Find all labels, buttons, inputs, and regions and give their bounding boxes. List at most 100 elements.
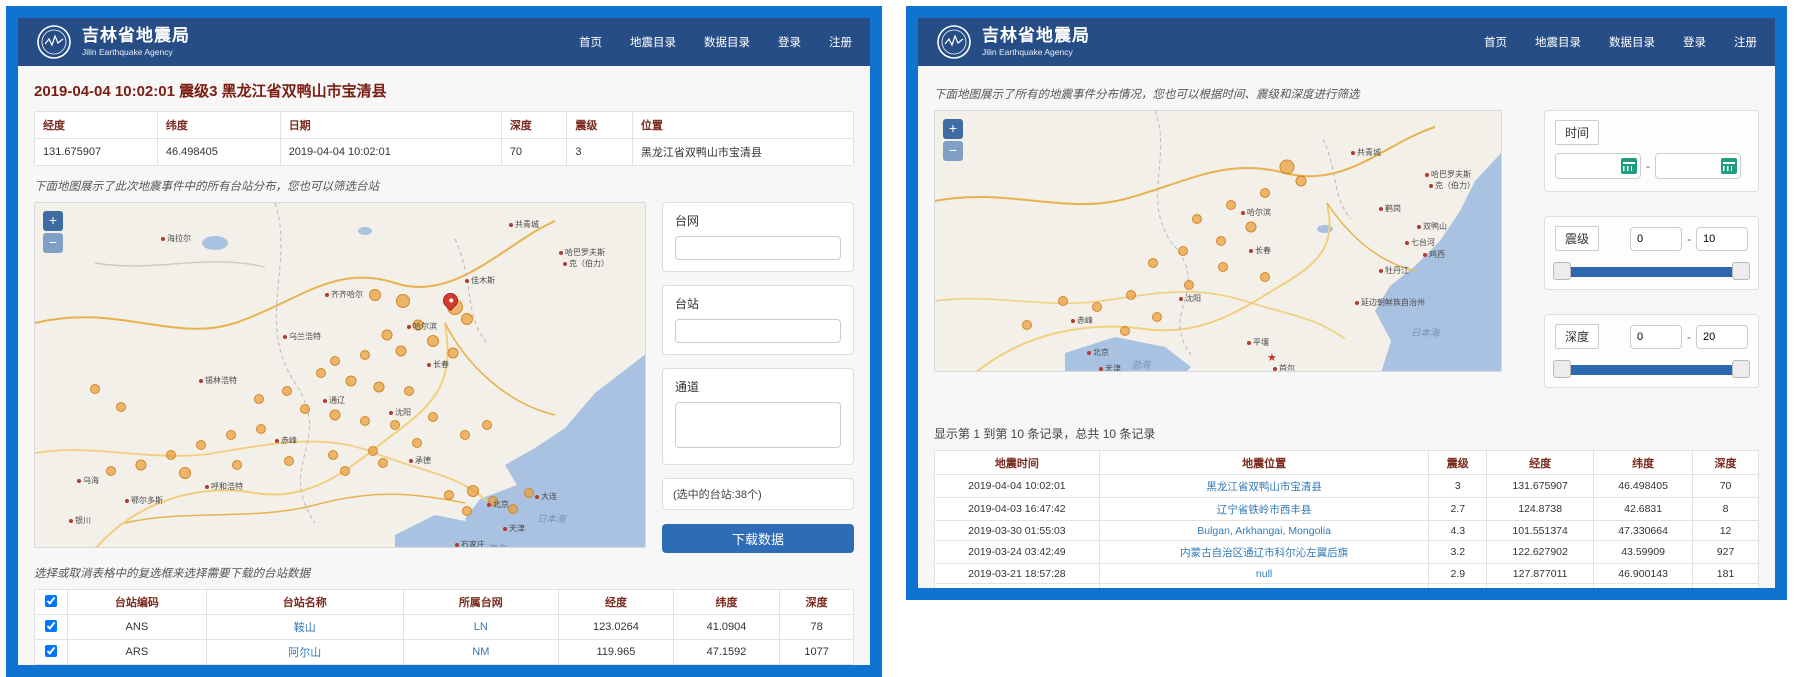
event-marker[interactable] [1226, 200, 1236, 210]
table-link[interactable]: NM [403, 640, 559, 665]
row-checkbox[interactable] [45, 645, 57, 657]
table-link[interactable]: 阿尔山 [206, 640, 403, 665]
nav-item[interactable]: 注册 [829, 34, 852, 50]
network-input[interactable] [675, 236, 841, 260]
table-link[interactable]: 内蒙古自治区通辽市科尔沁左翼后旗 [1099, 541, 1429, 564]
event-marker[interactable] [316, 368, 326, 378]
event-marker[interactable] [1218, 262, 1228, 272]
event-marker[interactable] [330, 410, 341, 421]
event-marker[interactable] [196, 440, 206, 450]
slider-handle-max[interactable] [1732, 262, 1750, 280]
event-marker[interactable] [360, 350, 370, 360]
event-marker[interactable] [368, 446, 378, 456]
event-marker[interactable] [330, 356, 340, 366]
event-marker[interactable] [340, 466, 350, 476]
event-marker[interactable] [136, 460, 147, 471]
event-marker[interactable] [1260, 188, 1270, 198]
event-marker[interactable] [460, 430, 470, 440]
event-marker[interactable] [508, 504, 518, 514]
magnitude-max-input[interactable] [1696, 227, 1748, 251]
event-marker[interactable] [1216, 236, 1226, 246]
station-map[interactable]: + − 共青城哈巴罗夫斯克（伯力）海拉尔佳木斯齐齐哈尔哈尔滨乌兰浩特长春锡林浩特… [34, 202, 646, 548]
event-marker[interactable] [482, 420, 492, 430]
event-marker[interactable] [226, 430, 236, 440]
event-marker[interactable] [396, 346, 407, 357]
nav-item[interactable]: 数据目录 [704, 34, 750, 50]
event-marker[interactable] [300, 404, 310, 414]
table-link[interactable]: HL [403, 665, 559, 666]
table-link[interactable]: LN [403, 615, 559, 640]
event-marker[interactable] [1246, 222, 1257, 233]
table-link[interactable]: Samjiyon, Ryanggang Province, North Kore… [1099, 584, 1429, 589]
nav-item[interactable]: 首页 [1484, 34, 1507, 50]
event-marker[interactable] [382, 330, 393, 341]
event-marker[interactable] [256, 424, 266, 434]
table-link[interactable]: null [1099, 564, 1429, 584]
event-marker[interactable] [179, 467, 191, 479]
event-marker[interactable] [467, 485, 479, 497]
table-link[interactable]: Bulgan, Arkhangai, Mongolia [1099, 521, 1429, 541]
magnitude-range-slider[interactable] [1555, 267, 1748, 277]
event-marker[interactable] [378, 458, 388, 468]
row-checkbox[interactable] [45, 620, 57, 632]
depth-max-input[interactable] [1696, 325, 1748, 349]
event-marker[interactable] [1260, 272, 1270, 282]
event-marker[interactable] [404, 386, 414, 396]
nav-item[interactable]: 登录 [1683, 34, 1706, 50]
event-marker[interactable] [462, 506, 472, 516]
event-marker[interactable] [106, 466, 116, 476]
event-marker[interactable] [428, 412, 438, 422]
event-marker[interactable] [1148, 258, 1158, 268]
nav-item[interactable]: 登录 [778, 34, 801, 50]
slider-handle-min[interactable] [1553, 360, 1571, 378]
slider-handle-max[interactable] [1732, 360, 1750, 378]
calendar-icon[interactable] [1621, 158, 1637, 174]
event-marker[interactable] [524, 488, 534, 498]
nav-item[interactable]: 数据目录 [1609, 34, 1655, 50]
nav-item[interactable]: 注册 [1734, 34, 1757, 50]
channel-input[interactable] [675, 402, 841, 448]
station-input[interactable] [675, 319, 841, 343]
magnitude-min-input[interactable] [1630, 227, 1682, 251]
event-marker[interactable] [1296, 176, 1307, 187]
event-marker[interactable] [412, 438, 422, 448]
nav-item[interactable]: 首页 [579, 34, 602, 50]
event-marker[interactable] [232, 460, 242, 470]
depth-min-input[interactable] [1630, 325, 1682, 349]
event-marker[interactable] [374, 382, 385, 393]
event-marker[interactable] [116, 402, 126, 412]
select-all-checkbox[interactable] [45, 595, 57, 607]
event-marker[interactable] [284, 456, 294, 466]
slider-handle-min[interactable] [1553, 262, 1571, 280]
zoom-in-button[interactable]: + [943, 119, 963, 139]
event-marker[interactable] [427, 335, 439, 347]
event-marker[interactable] [1126, 290, 1136, 300]
event-marker[interactable] [1152, 312, 1162, 322]
event-marker[interactable] [444, 490, 454, 500]
event-marker[interactable] [360, 416, 370, 426]
event-marker[interactable] [346, 376, 357, 387]
depth-range-slider[interactable] [1555, 365, 1748, 375]
event-marker[interactable] [1178, 246, 1188, 256]
event-marker[interactable] [1192, 214, 1202, 224]
zoom-out-button[interactable]: − [943, 141, 963, 161]
event-marker[interactable] [396, 294, 410, 308]
event-marker[interactable] [328, 450, 338, 460]
event-marker[interactable] [369, 289, 381, 301]
event-marker[interactable] [1184, 280, 1194, 290]
table-link[interactable]: 鞍山 [206, 615, 403, 640]
event-marker[interactable] [254, 394, 264, 404]
nav-item[interactable]: 地震目录 [630, 34, 676, 50]
event-marker[interactable] [166, 450, 176, 460]
event-marker[interactable] [448, 348, 459, 359]
download-data-button[interactable]: 下载数据 [662, 524, 854, 553]
event-marker[interactable] [1058, 296, 1068, 306]
table-link[interactable]: 辽宁省铁岭市西丰县 [1099, 498, 1429, 521]
zoom-in-button[interactable]: + [43, 211, 63, 231]
event-marker[interactable] [1022, 320, 1032, 330]
table-link[interactable]: 宝清 [206, 665, 403, 666]
zoom-out-button[interactable]: − [43, 233, 63, 253]
event-marker[interactable] [90, 384, 100, 394]
calendar-icon[interactable] [1721, 158, 1737, 174]
event-marker[interactable] [282, 386, 292, 396]
